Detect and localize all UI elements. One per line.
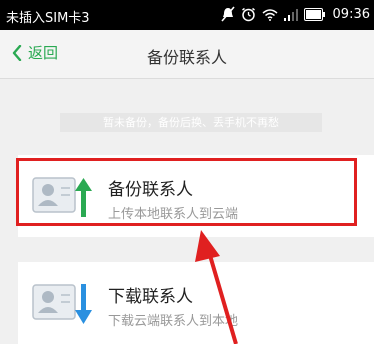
alarm-icon (241, 7, 256, 22)
contact-upload-icon (32, 175, 94, 221)
page-title: 备份联系人 (146, 48, 227, 67)
carrier-label: 未插入SIM卡3 (6, 11, 90, 26)
mute-icon (220, 6, 235, 22)
contact-download-icon (32, 282, 94, 328)
signal-icon (283, 8, 298, 21)
status-icons: 09:36 (220, 6, 370, 22)
wifi-icon (262, 8, 278, 21)
clock: 09:36 (332, 6, 370, 22)
download-card-title: 下载联系人 (108, 287, 193, 307)
backup-card-title: 备份联系人 (108, 180, 193, 200)
status-bar: 未插入SIM卡3 09:36 (0, 0, 374, 30)
battery-icon (303, 7, 326, 21)
header: 返回 备份联系人 (0, 30, 374, 79)
download-card-subtitle: 下载云端联系人到本地 (108, 314, 239, 329)
backup-contacts-card[interactable]: 备份联系人 上传本地联系人到云端 (18, 155, 374, 237)
download-contacts-card[interactable]: 下载联系人 下载云端联系人到本地 (18, 262, 374, 344)
backup-card-subtitle: 上传本地联系人到云端 (108, 207, 239, 222)
backup-notice: 暂未备份，备份后换、丢手机不再愁 (60, 113, 322, 132)
